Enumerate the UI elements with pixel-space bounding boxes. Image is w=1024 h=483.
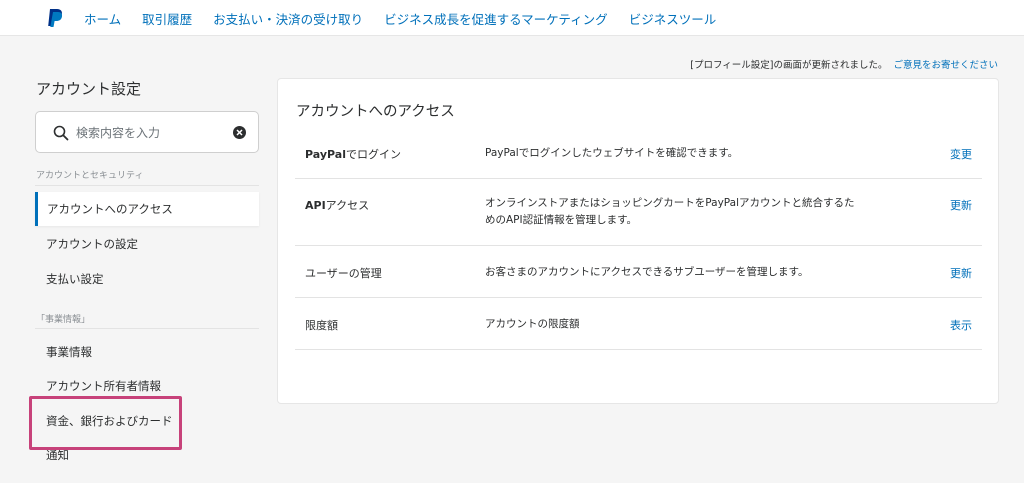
sidebar-item-account-access[interactable]: アカウントへのアクセス [35, 192, 259, 226]
nav-marketing[interactable]: ビジネス成長を促進するマーケティング [384, 9, 608, 28]
nav-home[interactable]: ホーム [84, 9, 121, 28]
row-label: PayPalでログイン [305, 146, 401, 162]
update-notice: [プロフィール設定]の画面が更新されました。 ご意見をお寄せください [690, 57, 998, 71]
sidebar-item-account-settings[interactable]: アカウントの設定 [35, 227, 259, 261]
section-label-business: 「事業情報」 [36, 315, 91, 325]
search-box[interactable] [35, 111, 259, 153]
top-nav: ホーム 取引履歴 お支払い・決済の受け取り ビジネス成長を促進するマーケティング… [0, 0, 1024, 36]
section-divider [35, 185, 259, 186]
row-label: APIアクセス [305, 197, 369, 213]
update-link[interactable]: 更新 [950, 197, 972, 213]
feedback-link[interactable]: ご意見をお寄せください [893, 60, 998, 71]
row-label-brand: API [305, 199, 326, 212]
sidebar-title: アカウント設定 [36, 80, 142, 98]
table-row: ユーザーの管理 お客さまのアカウントにアクセスできるサブユーザーを管理します。 … [295, 246, 982, 298]
row-description: お客さまのアカウントにアクセスできるサブユーザーを管理します。 [485, 266, 809, 278]
sidebar-item-business-info[interactable]: 事業情報 [35, 335, 259, 369]
search-icon [53, 125, 69, 141]
row-label-suffix: でログイン [345, 148, 401, 161]
table-row: APIアクセス オンラインストアまたはショッピングカートをPayPalアカウント… [295, 179, 982, 246]
highlight-annotation [29, 396, 182, 450]
section-divider [35, 328, 259, 329]
paypal-logo-icon[interactable] [46, 8, 64, 28]
sidebar-item-payment-settings[interactable]: 支払い設定 [35, 262, 259, 296]
row-description: オンラインストアまたはショッピングカートをPayPalアカウントと統合するた め… [485, 195, 865, 229]
account-access-panel: アカウントへのアクセス PayPalでログイン PayPalでログインしたウェブ… [277, 78, 999, 404]
nav-business-tools[interactable]: ビジネスツール [629, 9, 717, 28]
view-link[interactable]: 表示 [950, 317, 972, 333]
row-description-line: オンラインストアまたはショッピングカートをPayPalアカウントと統合するた [485, 197, 855, 209]
row-description-line: めのAPI認証情報を管理します。 [485, 214, 638, 226]
row-label-suffix: アクセス [325, 199, 370, 212]
update-link[interactable]: 更新 [950, 265, 972, 281]
row-description: PayPalでログインしたウェブサイトを確認できます。 [485, 147, 739, 159]
notice-text: [プロフィール設定]の画面が更新されました。 [690, 60, 888, 71]
table-row: PayPalでログイン PayPalでログインしたウェブサイトを確認できます。 … [295, 131, 982, 179]
nav-payments[interactable]: お支払い・決済の受け取り [213, 9, 363, 28]
row-description: アカウントの限度額 [485, 318, 580, 330]
nav-transactions[interactable]: 取引履歴 [142, 9, 192, 28]
section-label-security: アカウントとセキュリティ [36, 171, 144, 181]
change-link[interactable]: 変更 [950, 146, 972, 162]
row-label: 限度額 [305, 319, 338, 332]
table-row: 限度額 アカウントの限度額 表示 [295, 298, 982, 350]
panel-title: アカウントへのアクセス [296, 104, 455, 120]
clear-search-icon[interactable] [233, 126, 246, 139]
row-label-brand: PayPal [305, 148, 346, 161]
search-input[interactable] [76, 122, 226, 144]
row-label: ユーザーの管理 [305, 267, 382, 280]
